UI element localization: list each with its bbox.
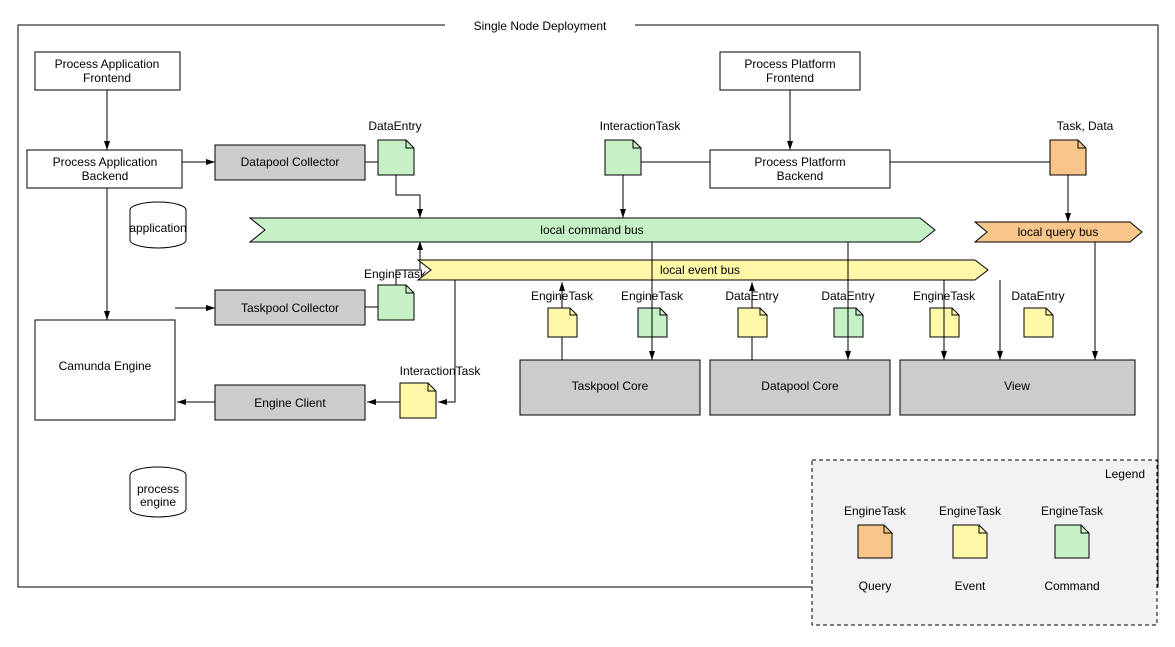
db-application: application <box>129 202 186 248</box>
datapool-collector-label: Datapool Collector <box>241 155 340 169</box>
svg-text:Process Platform: Process Platform <box>754 155 845 169</box>
svg-text:InteractionTask: InteractionTask <box>400 364 482 378</box>
legend-title: Legend <box>1105 467 1145 481</box>
svg-text:Taskpool Core: Taskpool Core <box>572 379 649 393</box>
svg-text:View: View <box>1004 379 1030 393</box>
svg-text:Backend: Backend <box>777 169 824 183</box>
svg-text:local query bus: local query bus <box>1018 225 1099 239</box>
svg-text:EngineTask: EngineTask <box>844 504 907 518</box>
svg-text:process: process <box>137 482 179 496</box>
svg-text:EngineTask: EngineTask <box>1041 504 1104 518</box>
svg-text:Datapool Core: Datapool Core <box>761 379 839 393</box>
svg-text:Command: Command <box>1044 579 1099 593</box>
bus-query: local query bus <box>975 222 1142 242</box>
svg-text:local event bus: local event bus <box>660 263 740 277</box>
pa-frontend-l1: Process Application <box>55 57 160 71</box>
svg-text:Task, Data: Task, Data <box>1057 119 1114 133</box>
svg-text:DataEntry: DataEntry <box>1011 289 1064 303</box>
diagram-title: Single Node Deployment <box>474 19 607 33</box>
pa-frontend-l2: Frontend <box>83 71 131 85</box>
svg-text:application: application <box>129 221 186 235</box>
svg-text:EngineTask: EngineTask <box>939 504 1002 518</box>
pa-backend-l1: Process Application <box>53 155 158 169</box>
bus-event: local event bus <box>418 260 988 280</box>
svg-text:engine: engine <box>140 495 176 509</box>
svg-text:EngineTask: EngineTask <box>364 267 427 281</box>
svg-text:Query: Query <box>859 579 892 593</box>
engine-client-label: Engine Client <box>254 396 326 410</box>
svg-text:Event: Event <box>955 579 986 593</box>
svg-text:Process Platform: Process Platform <box>744 57 835 71</box>
db-process-engine: process engine <box>130 467 186 517</box>
svg-text:DataEntry: DataEntry <box>368 119 421 133</box>
bus-command: local command bus <box>250 218 935 242</box>
taskpool-collector-label: Taskpool Collector <box>241 301 339 315</box>
camunda-label: Camunda Engine <box>59 359 152 373</box>
svg-text:Frontend: Frontend <box>766 71 814 85</box>
pa-backend-l2: Backend <box>82 169 129 183</box>
svg-text:local command bus: local command bus <box>540 223 643 237</box>
svg-text:InteractionTask: InteractionTask <box>600 119 682 133</box>
